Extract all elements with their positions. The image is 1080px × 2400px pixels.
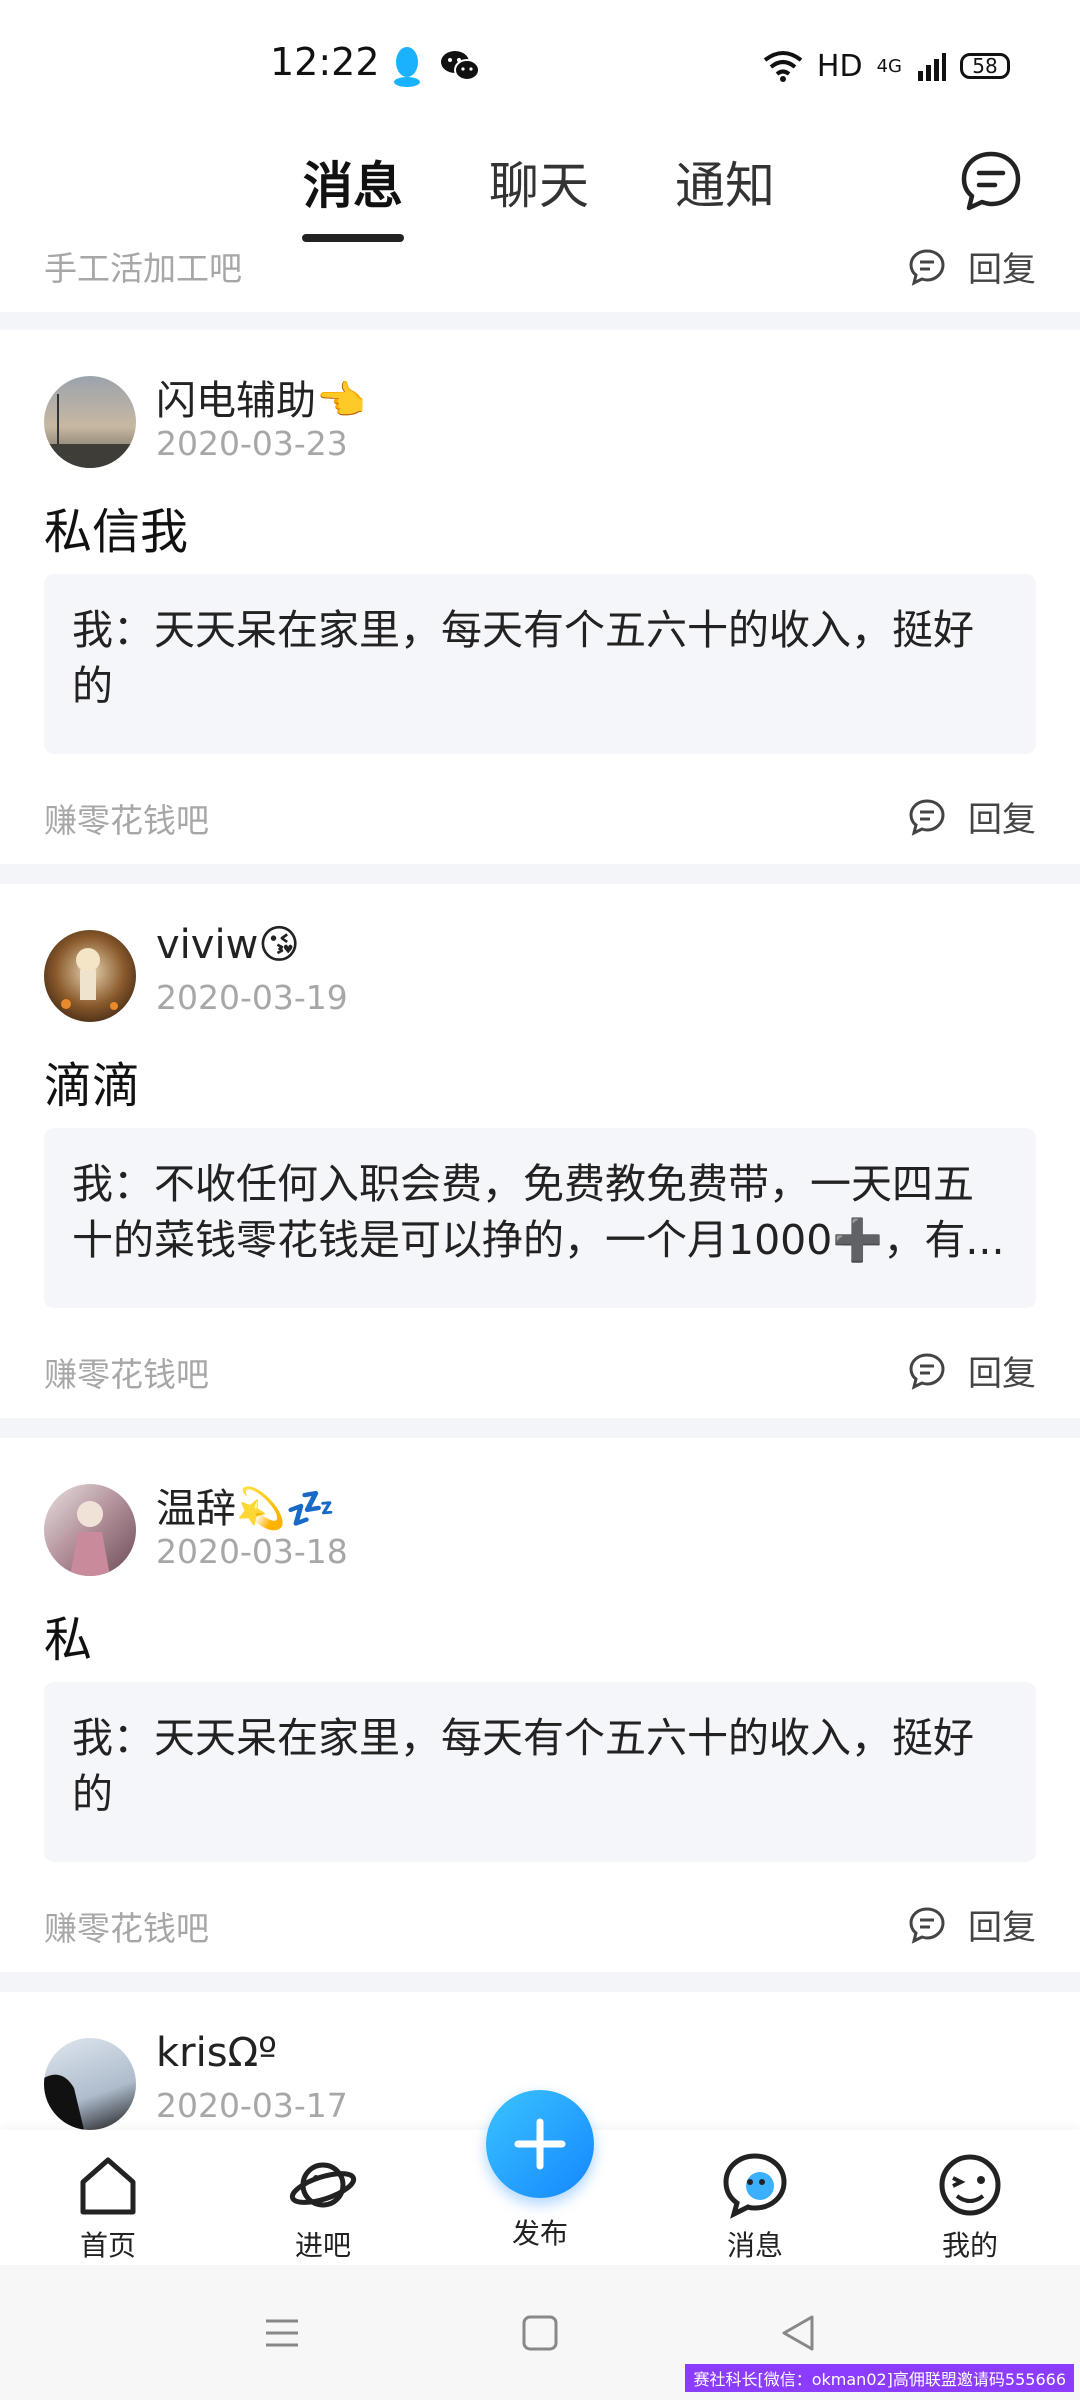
- quoted-reply-text: 我：不收任何入职会费，免费教免费带，一天四五十的菜钱零花钱是可以挣的，一个月10…: [72, 1160, 1005, 1264]
- planet-icon: [289, 2162, 357, 2208]
- post-forum[interactable]: 手工活加工吧: [44, 242, 242, 290]
- post-forum[interactable]: 赚零花钱吧: [44, 1902, 209, 1950]
- nav-forums[interactable]: 进吧: [263, 2150, 383, 2264]
- plus-icon: [514, 2118, 566, 2170]
- message-bubble-icon: [723, 2153, 787, 2219]
- avatar-photo: [61, 948, 118, 1010]
- avatar[interactable]: [44, 2038, 136, 2130]
- status-time: 12:22: [270, 40, 380, 84]
- post-username[interactable]: viviw😘: [156, 922, 300, 968]
- reply-button[interactable]: 回复: [908, 1346, 1036, 1395]
- post-card-partial[interactable]: 手工活加工吧 回复: [0, 242, 1080, 312]
- back-icon[interactable]: [776, 2311, 820, 2355]
- post-card[interactable]: viviw😘 2020-03-19 滴滴 我：不收任何入职会费，免费教免费带，一…: [0, 884, 1080, 1418]
- avatar[interactable]: [44, 376, 136, 468]
- reply-label: 回复: [968, 1354, 1036, 1394]
- post-username[interactable]: krisΩº: [156, 2030, 277, 2076]
- avatar-photo: [44, 394, 136, 468]
- wink-face-icon: [939, 2154, 1001, 2216]
- post-card[interactable]: 闪电辅助👈 2020-03-23 私信我 我：天天呆在家里，每天有个五六十的收入…: [0, 330, 1080, 864]
- reply-label: 回复: [968, 1908, 1036, 1948]
- wifi-icon: [763, 51, 803, 82]
- reply-button[interactable]: 回复: [908, 1900, 1036, 1949]
- qq-icon: [394, 47, 420, 87]
- tab-chat[interactable]: 聊天: [489, 146, 589, 218]
- nav-forums-label: 进吧: [294, 2229, 351, 2262]
- nav-mine[interactable]: 我的: [910, 2150, 1030, 2264]
- status-bar: 12:22 HD 4G 58: [0, 0, 1080, 130]
- signal-label: 4G: [876, 55, 902, 77]
- quoted-reply[interactable]: 我：不收任何入职会费，免费教免费带，一天四五十的菜钱零花钱是可以挣的，一个月10…: [44, 1128, 1036, 1308]
- publish-button[interactable]: 发布: [470, 2090, 610, 2268]
- post-date: 2020-03-17: [156, 2086, 348, 2125]
- nav-home-label: 首页: [79, 2229, 136, 2262]
- reply-icon: [909, 248, 945, 286]
- nav-messages-label: 消息: [726, 2229, 783, 2262]
- quoted-reply[interactable]: 我：天天呆在家里，每天有个五六十的收入，挺好的: [44, 574, 1036, 754]
- reply-icon: [909, 798, 945, 836]
- reply-icon: [909, 1352, 945, 1390]
- tab-notifications[interactable]: 通知: [675, 146, 775, 218]
- reply-button[interactable]: 回复: [908, 792, 1036, 841]
- signal-icon: [918, 53, 946, 81]
- post-date: 2020-03-23: [156, 424, 348, 463]
- post-title[interactable]: 私信我: [44, 492, 188, 562]
- post-title[interactable]: 滴滴: [44, 1046, 140, 1116]
- home-icon: [80, 2157, 136, 2215]
- message-feed[interactable]: 手工活加工吧 回复 闪电辅助👈 2020-03-23 私信我 我：天天呆在家里，…: [0, 242, 1080, 2130]
- nav-home[interactable]: 首页: [48, 2150, 168, 2264]
- nav-messages[interactable]: 消息: [695, 2150, 815, 2264]
- home-square-icon[interactable]: [518, 2311, 562, 2355]
- avatar-photo: [70, 1501, 110, 1576]
- post-forum[interactable]: 赚零花钱吧: [44, 794, 209, 842]
- post-username[interactable]: 闪电辅助👈: [156, 368, 366, 426]
- chat-bubble-icon[interactable]: [960, 150, 1022, 212]
- reply-label: 回复: [968, 250, 1036, 290]
- battery-indicator: 58: [960, 53, 1010, 79]
- post-username[interactable]: 温辞💫💤: [156, 1476, 336, 1534]
- top-tab-bar: 消息 聊天 通知: [0, 130, 1080, 242]
- reply-icon: [909, 1906, 945, 1944]
- quoted-reply-text: 我：天天呆在家里，每天有个五六十的收入，挺好的: [72, 1714, 974, 1818]
- quoted-reply[interactable]: 我：天天呆在家里，每天有个五六十的收入，挺好的: [44, 1682, 1036, 1862]
- post-date: 2020-03-19: [156, 978, 348, 1017]
- reply-label: 回复: [968, 800, 1036, 840]
- post-date: 2020-03-18: [156, 1532, 348, 1571]
- avatar[interactable]: [44, 1484, 136, 1576]
- publish-fab[interactable]: [486, 2090, 594, 2198]
- publish-label: 发布: [511, 2217, 568, 2250]
- tab-messages[interactable]: 消息: [303, 146, 403, 218]
- status-right: HD 4G 58: [763, 44, 1010, 88]
- active-tab-indicator: [302, 234, 404, 242]
- avatar-photo: [44, 2074, 84, 2130]
- quoted-reply-text: 我：天天呆在家里，每天有个五六十的收入，挺好的: [72, 606, 974, 710]
- wechat-icon: [441, 51, 480, 81]
- menu-icon[interactable]: [260, 2311, 304, 2355]
- post-forum[interactable]: 赚零花钱吧: [44, 1348, 209, 1396]
- nav-mine-label: 我的: [941, 2229, 998, 2262]
- reply-button[interactable]: 回复: [908, 242, 1036, 291]
- network-label: HD: [816, 48, 863, 84]
- avatar[interactable]: [44, 930, 136, 1022]
- watermark: 赛社科长[微信：okman02]高佣联盟邀请码555666: [685, 2364, 1074, 2392]
- post-title[interactable]: 私: [44, 1600, 92, 1670]
- post-card[interactable]: 温辞💫💤 2020-03-18 私 我：天天呆在家里，每天有个五六十的收入，挺好…: [0, 1438, 1080, 1972]
